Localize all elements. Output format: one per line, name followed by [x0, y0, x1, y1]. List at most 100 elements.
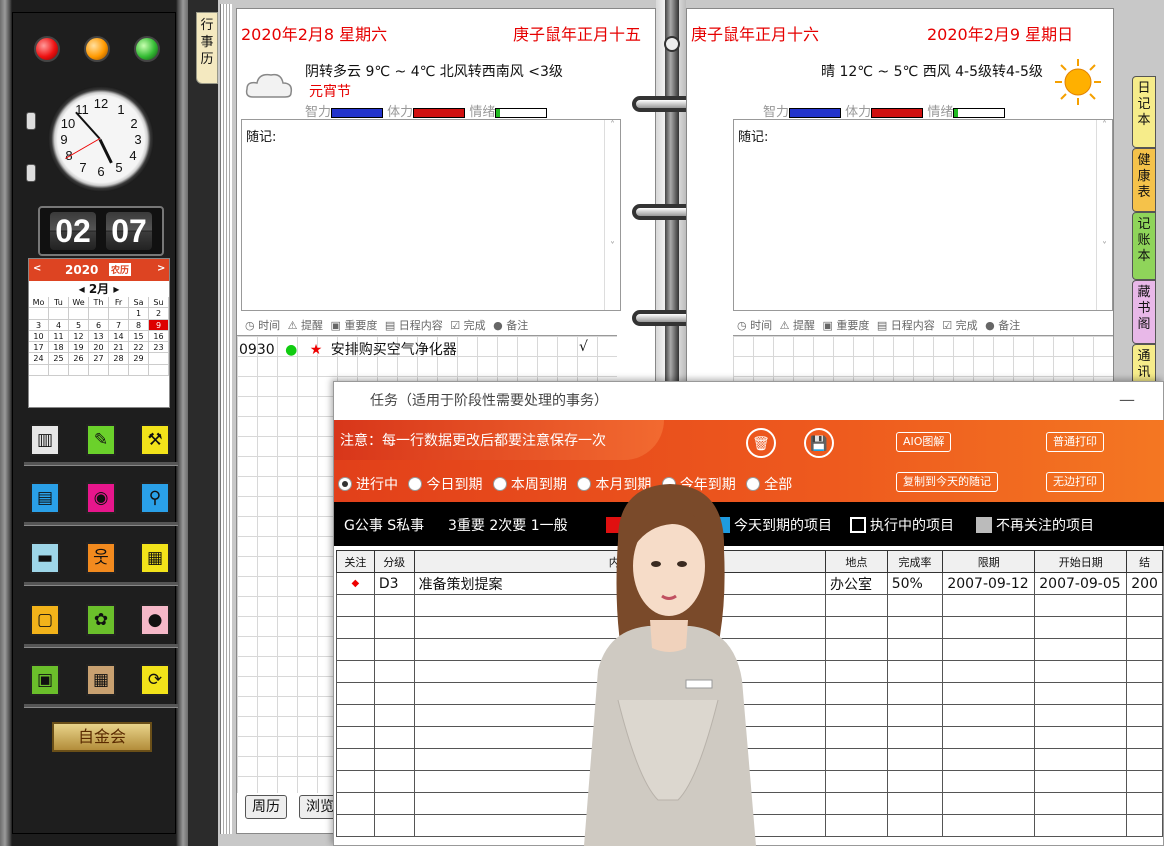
empty-cell[interactable]: [886, 770, 944, 793]
empty-cell[interactable]: [942, 770, 1036, 793]
empty-cell[interactable]: [1126, 748, 1163, 771]
empty-cell[interactable]: [942, 616, 1036, 639]
prev-year-button[interactable]: <: [33, 263, 41, 274]
calendar-day[interactable]: 14: [109, 330, 129, 343]
empty-cell[interactable]: [1034, 704, 1128, 727]
th-follow[interactable]: 关注: [336, 550, 375, 573]
empty-cell[interactable]: [1034, 660, 1128, 683]
aio-guide-button[interactable]: AIO图解: [896, 432, 952, 452]
prev-month-button[interactable]: ◂: [79, 282, 85, 296]
filter-due-today[interactable]: 今日到期: [402, 477, 482, 493]
empty-cell[interactable]: [886, 594, 944, 617]
calendar-day[interactable]: 25: [49, 353, 69, 365]
empty-cell[interactable]: [373, 748, 415, 771]
tools-icon[interactable]: ⚒: [140, 424, 170, 456]
empty-cell[interactable]: [1034, 638, 1128, 661]
empty-cell[interactable]: [1126, 594, 1163, 617]
tab-xingshili[interactable]: 行事历: [196, 12, 218, 84]
empty-cell[interactable]: [373, 814, 415, 837]
turtle-icon[interactable]: ✿: [86, 604, 116, 636]
place-cell[interactable]: 办公室: [824, 572, 888, 595]
empty-cell[interactable]: [1126, 770, 1163, 793]
printer-icon[interactable]: ▬: [30, 542, 60, 574]
empty-cell[interactable]: [942, 682, 1036, 705]
refresh-icon[interactable]: ⟳: [140, 664, 170, 696]
empty-cell[interactable]: [1126, 660, 1163, 683]
compass-icon[interactable]: ◉: [86, 482, 116, 514]
th-start[interactable]: 开始日期: [1034, 550, 1128, 573]
empty-cell[interactable]: [373, 704, 415, 727]
empty-cell[interactable]: [886, 748, 944, 771]
calendar-day[interactable]: 24: [29, 353, 49, 365]
next-month-button[interactable]: ▸: [113, 282, 119, 296]
empty-cell[interactable]: [336, 748, 375, 771]
empty-cell[interactable]: [824, 726, 888, 749]
notebook-icon[interactable]: ▤: [30, 482, 60, 514]
empty-cell[interactable]: [336, 770, 375, 793]
memo-icon[interactable]: ▦: [140, 542, 170, 574]
empty-cell[interactable]: [1126, 682, 1163, 705]
calendar-day[interactable]: 27: [89, 353, 109, 365]
tab-accounts[interactable]: 记账本: [1132, 212, 1156, 280]
empty-cell[interactable]: [1126, 792, 1163, 815]
empty-cell[interactable]: [1126, 638, 1163, 661]
empty-cell[interactable]: [373, 792, 415, 815]
empty-cell[interactable]: [1034, 726, 1128, 749]
calendar-day[interactable]: 29: [129, 353, 149, 365]
minimize-button[interactable]: —: [1119, 390, 1135, 409]
calendar-day[interactable]: 2: [149, 308, 169, 320]
empty-cell[interactable]: [824, 660, 888, 683]
calendar-day[interactable]: 1: [129, 308, 149, 320]
empty-cell[interactable]: [824, 748, 888, 771]
calendar-day[interactable]: 26: [69, 353, 89, 365]
empty-cell[interactable]: [336, 814, 375, 837]
schedule-row[interactable]: 0930 ● ★ 安排购买空气净化器 √: [239, 339, 629, 359]
left-notes-area[interactable]: 随记: ˄ ˅: [241, 119, 621, 311]
lunar-toggle[interactable]: 农历: [109, 263, 132, 276]
calendar-day[interactable]: 20: [89, 342, 109, 354]
empty-cell[interactable]: [336, 792, 375, 815]
empty-cell[interactable]: [886, 660, 944, 683]
empty-cell[interactable]: [373, 660, 415, 683]
calendar-day[interactable]: 19: [69, 342, 89, 354]
calendar-day[interactable]: 11: [49, 330, 69, 343]
save-button[interactable]: 💾: [804, 428, 834, 458]
empty-cell[interactable]: [373, 726, 415, 749]
empty-cell[interactable]: [824, 594, 888, 617]
empty-cell[interactable]: [942, 704, 1036, 727]
th-place[interactable]: 地点: [824, 550, 888, 573]
pen-icon[interactable]: ✎: [86, 424, 116, 456]
empty-cell[interactable]: [373, 770, 415, 793]
book-icon[interactable]: ▣: [30, 664, 60, 696]
end-cell[interactable]: 200: [1126, 572, 1163, 595]
filter-in-progress[interactable]: 进行中: [338, 477, 398, 493]
delete-button[interactable]: 🗑: [746, 428, 776, 458]
abacus-icon[interactable]: ▦: [86, 664, 116, 696]
empty-cell[interactable]: [373, 594, 415, 617]
green-light-icon[interactable]: [134, 36, 160, 62]
normal-print-button[interactable]: 普通打印: [1046, 432, 1104, 452]
calendar-day[interactable]: 4: [49, 319, 69, 331]
empty-cell[interactable]: [373, 616, 415, 639]
empty-cell[interactable]: [336, 704, 375, 727]
start-cell[interactable]: 2007-09-05: [1034, 572, 1128, 595]
tab-contacts[interactable]: 通讯: [1132, 344, 1156, 384]
empty-cell[interactable]: [942, 594, 1036, 617]
empty-cell[interactable]: [824, 704, 888, 727]
follow-mark[interactable]: ◆: [336, 572, 375, 595]
empty-cell[interactable]: [886, 704, 944, 727]
side-toggle-button[interactable]: [26, 112, 36, 130]
empty-cell[interactable]: [886, 616, 944, 639]
calendar-day[interactable]: 6: [89, 319, 109, 331]
empty-cell[interactable]: [336, 660, 375, 683]
empty-cell[interactable]: [1034, 748, 1128, 771]
filter-due-week[interactable]: 本周到期: [487, 477, 567, 493]
next-year-button[interactable]: >: [157, 263, 165, 274]
calendar-day[interactable]: 18: [49, 342, 69, 354]
th-level[interactable]: 分级: [373, 550, 415, 573]
empty-cell[interactable]: [942, 748, 1036, 771]
empty-cell[interactable]: [886, 814, 944, 837]
notes-scrollbar[interactable]: ˄ ˅: [604, 120, 620, 310]
notes-scrollbar[interactable]: ˄ ˅: [1096, 120, 1112, 310]
calendar-day[interactable]: 10: [29, 330, 49, 343]
